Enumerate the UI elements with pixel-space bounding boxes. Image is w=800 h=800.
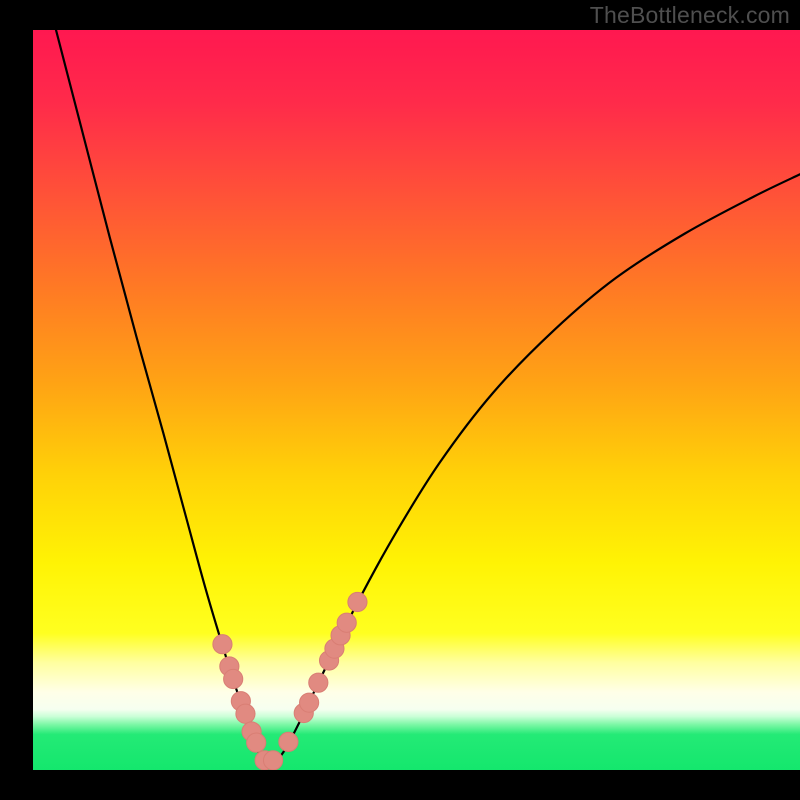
watermark-text: TheBottleneck.com [590, 2, 790, 29]
data-marker [213, 635, 232, 654]
data-marker [309, 673, 328, 692]
data-marker [263, 751, 282, 770]
data-marker [300, 693, 319, 712]
outer-frame: TheBottleneck.com [0, 0, 800, 800]
data-marker [236, 704, 255, 723]
plot-area [33, 30, 800, 770]
data-marker [337, 613, 356, 632]
data-marker [247, 733, 266, 752]
data-marker [224, 669, 243, 688]
data-marker [279, 732, 298, 751]
bottleneck-curve [56, 30, 800, 766]
chart-svg [33, 30, 800, 770]
data-marker [348, 592, 367, 611]
